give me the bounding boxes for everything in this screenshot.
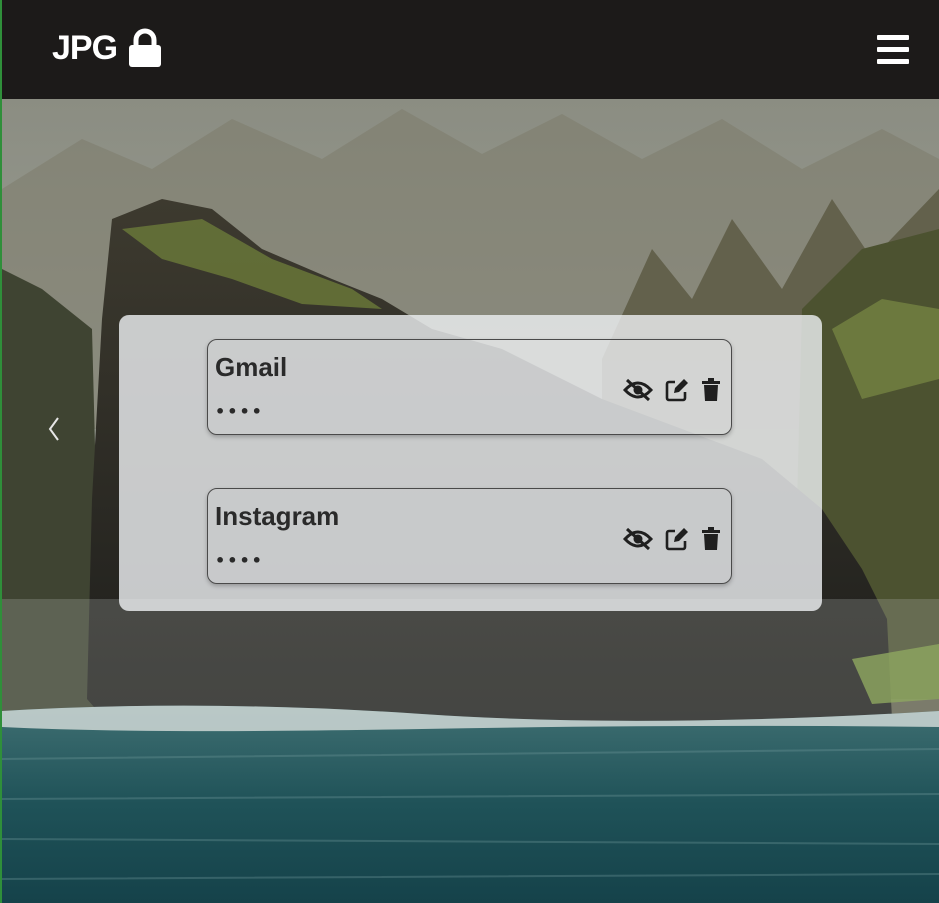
entry-title: Gmail (215, 352, 288, 382)
edit-icon[interactable] (665, 378, 689, 406)
window-edge (0, 0, 2, 903)
eye-slash-icon[interactable] (622, 527, 654, 555)
chevron-left-icon[interactable] (44, 414, 66, 444)
entry-actions (622, 378, 721, 406)
password-list-panel: Gmail •••• Instagram •••• (119, 315, 822, 611)
hamburger-menu-icon[interactable] (877, 35, 909, 65)
trash-icon[interactable] (701, 527, 721, 555)
password-entry[interactable]: Gmail •••• (207, 339, 732, 435)
brand[interactable]: JPG (52, 28, 163, 68)
masked-password: •••• (215, 402, 264, 421)
password-entry[interactable]: Instagram •••• (207, 488, 732, 584)
lock-icon (127, 28, 163, 68)
eye-slash-icon[interactable] (622, 378, 654, 406)
masked-password: •••• (215, 551, 264, 570)
entry-title: Instagram (215, 501, 340, 531)
brand-name: JPG (52, 28, 118, 67)
edit-icon[interactable] (665, 527, 689, 555)
entry-actions (622, 527, 721, 555)
navbar: JPG (2, 0, 939, 99)
trash-icon[interactable] (701, 378, 721, 406)
